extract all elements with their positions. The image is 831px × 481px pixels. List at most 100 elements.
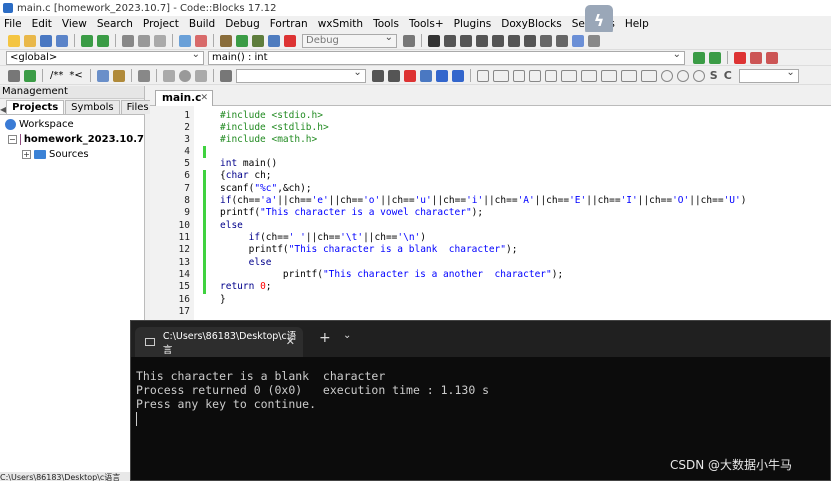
layout-icon-3[interactable] <box>600 69 617 82</box>
doxy-icon[interactable] <box>8 69 20 82</box>
menu-view[interactable]: View <box>62 18 87 30</box>
next-line-icon[interactable] <box>460 34 472 47</box>
editor-tab-main-c[interactable]: main.c ✕ <box>155 90 213 106</box>
step-into-icon[interactable] <box>476 34 488 47</box>
step-instruction-icon[interactable] <box>524 34 536 47</box>
rect-tool-icon[interactable] <box>492 69 509 82</box>
build-target-select[interactable]: Debug <box>302 32 397 48</box>
bookmark-flag-icon[interactable] <box>734 51 746 64</box>
menu-file[interactable]: File <box>4 18 22 30</box>
toolbar-extra-input[interactable] <box>738 67 799 83</box>
new-file-icon[interactable] <box>8 34 20 47</box>
match-case-icon[interactable] <box>435 69 448 82</box>
debug-info-icon[interactable] <box>588 34 600 47</box>
cut-icon[interactable] <box>122 34 134 47</box>
save-all-icon[interactable] <box>56 34 68 47</box>
menu-fortran[interactable]: Fortran <box>270 18 308 30</box>
zoom-in-icon[interactable] <box>660 69 673 82</box>
pause-icon[interactable] <box>540 34 552 47</box>
prev-bookmark-icon[interactable] <box>750 51 762 64</box>
tree-sources[interactable]: + Sources <box>0 147 144 162</box>
function-select[interactable]: main() : int <box>208 49 685 65</box>
comment-block-icon[interactable]: /** <box>50 70 63 81</box>
c-glyph-icon[interactable]: C <box>724 69 732 82</box>
jump-forward-icon[interactable] <box>709 51 721 64</box>
redo-icon[interactable] <box>97 34 109 47</box>
wrench-icon[interactable] <box>137 69 150 82</box>
text-tool-icon[interactable] <box>544 69 557 82</box>
tree-project[interactable]: − homework_2023.10.7 <box>0 132 144 147</box>
jump-back-icon[interactable] <box>693 51 705 64</box>
zoom-reset-icon[interactable] <box>692 69 705 82</box>
menu-doxyblocks[interactable]: DoxyBlocks <box>501 18 561 30</box>
copy-icon[interactable] <box>138 34 150 47</box>
step-out-icon[interactable] <box>492 34 504 47</box>
console-tab[interactable]: C:\Users\86183\Desktop\c语言 ✕ <box>135 327 303 357</box>
abort-icon[interactable] <box>284 34 296 47</box>
select-tool-icon[interactable] <box>476 69 489 82</box>
doxywizard-icon[interactable] <box>96 69 109 82</box>
line-number: 14 <box>178 269 190 280</box>
build-gear-icon[interactable] <box>220 34 232 47</box>
run-to-cursor-icon[interactable] <box>444 34 456 47</box>
layout-icon-4[interactable] <box>620 69 637 82</box>
menu-plugins[interactable]: Plugins <box>454 18 492 30</box>
stop-debug-icon[interactable] <box>556 34 568 47</box>
menu-build[interactable]: Build <box>189 18 215 30</box>
menu-help[interactable]: Help <box>625 18 649 30</box>
save-icon[interactable] <box>40 34 52 47</box>
close-console-tab-icon[interactable]: ✕ <box>286 335 295 348</box>
tree-workspace[interactable]: Workspace <box>0 117 144 132</box>
next-bookmark-icon[interactable] <box>766 51 778 64</box>
collapse-icon[interactable]: − <box>8 135 17 144</box>
debug-continue-icon[interactable] <box>428 34 440 47</box>
replace-icon[interactable] <box>195 34 207 47</box>
highlight-icon[interactable] <box>403 69 416 82</box>
menu-tools[interactable]: Tools <box>373 18 399 30</box>
rebuild-icon[interactable] <box>268 34 280 47</box>
next-instruction-icon[interactable] <box>508 34 520 47</box>
find-icon[interactable] <box>179 34 191 47</box>
next-breakpoint-icon[interactable] <box>194 69 207 82</box>
image-tool-icon[interactable] <box>512 69 525 82</box>
incremental-search-input[interactable] <box>235 67 366 83</box>
s-glyph-icon[interactable]: S <box>710 69 718 82</box>
search-prev-icon[interactable] <box>371 69 384 82</box>
new-tab-icon[interactable]: + <box>319 330 331 346</box>
regex-icon[interactable] <box>451 69 464 82</box>
prev-breakpoint-icon[interactable] <box>162 69 175 82</box>
doxy-html-icon[interactable] <box>112 69 125 82</box>
menu-edit[interactable]: Edit <box>32 18 52 30</box>
build-and-run-icon[interactable] <box>252 34 264 47</box>
tab-symbols[interactable]: Symbols <box>65 100 120 114</box>
layout-icon-1[interactable] <box>560 69 577 82</box>
close-tab-icon[interactable]: ✕ <box>200 91 208 105</box>
menu-tools-plus[interactable]: Tools+ <box>409 18 444 30</box>
comment-line-icon[interactable]: *< <box>69 70 82 81</box>
undo-icon[interactable] <box>81 34 93 47</box>
doxy-run-icon[interactable] <box>24 69 36 82</box>
debug-windows-icon[interactable] <box>572 34 584 47</box>
scope-select[interactable]: <global> <box>6 49 204 65</box>
search-next-icon[interactable] <box>387 69 400 82</box>
paste-icon[interactable] <box>154 34 166 47</box>
toggle-breakpoint-icon[interactable] <box>178 69 191 82</box>
layout-icon-5[interactable] <box>640 69 657 82</box>
menu-debug[interactable]: Debug <box>225 18 260 30</box>
code-line-5: int main() <box>220 158 278 169</box>
tab-dropdown-icon[interactable]: ⌄ <box>343 330 351 341</box>
menu-wxsmith[interactable]: wxSmith <box>318 18 363 30</box>
run-icon[interactable] <box>236 34 248 47</box>
menu-project[interactable]: Project <box>143 18 179 30</box>
build-options-icon[interactable] <box>403 34 415 47</box>
floating-lightning-icon[interactable]: ϟ <box>585 5 613 35</box>
expand-icon[interactable]: + <box>22 150 31 159</box>
zoom-out-icon[interactable] <box>676 69 689 82</box>
layout-icon-2[interactable] <box>580 69 597 82</box>
open-file-icon[interactable] <box>24 34 36 47</box>
tab-projects[interactable]: Projects <box>6 100 65 114</box>
grid-tool-icon[interactable] <box>528 69 541 82</box>
match-icon[interactable] <box>219 69 232 82</box>
selected-text-icon[interactable] <box>419 69 432 82</box>
menu-search[interactable]: Search <box>97 18 133 30</box>
